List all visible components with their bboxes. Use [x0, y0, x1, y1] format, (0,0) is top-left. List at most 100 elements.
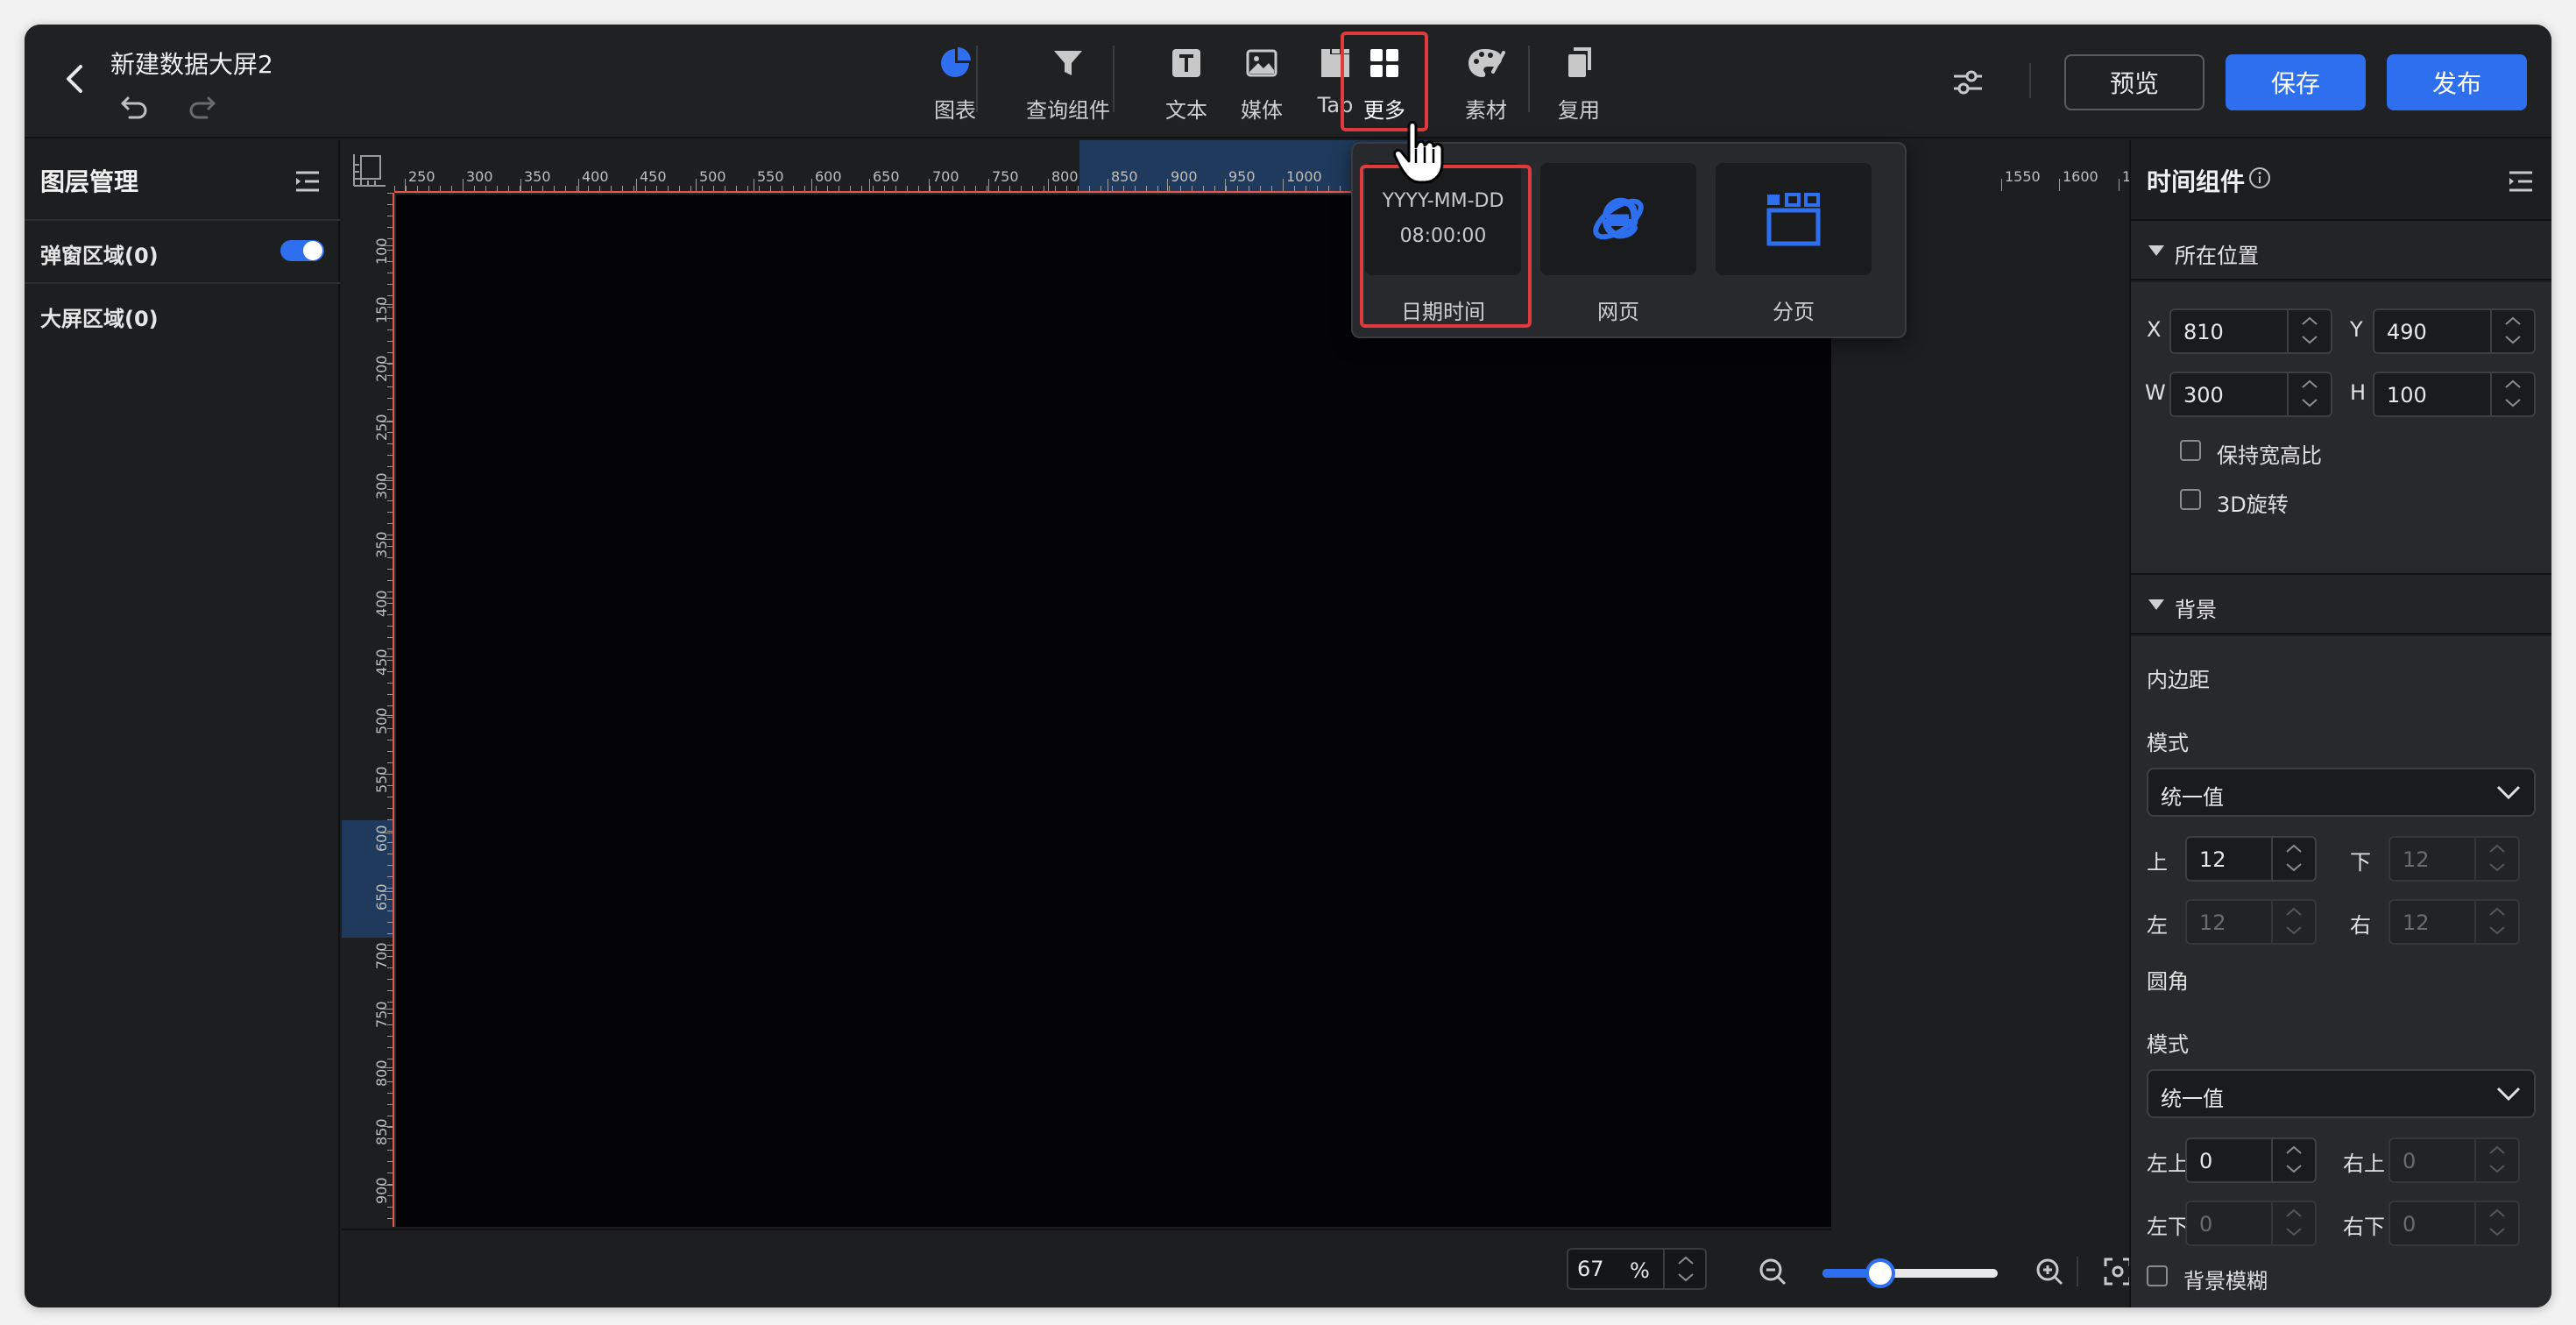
vertical-ruler[interactable]: 100 150 200 250 300 350 400 450 500 550 600 650 700 7… — [342, 193, 394, 1227]
padding-right-input — [2403, 910, 2473, 936]
zoom-slider[interactable] — [1822, 1258, 1998, 1288]
w-stepper[interactable] — [2287, 373, 2331, 415]
toolbar-divider — [976, 46, 978, 112]
toolbar-reuse[interactable]: 复用 — [1535, 40, 1623, 128]
chevron-up-icon — [2489, 907, 2505, 916]
ruler-v-minor-tick — [387, 329, 393, 330]
rotate-3d-checkbox[interactable] — [2180, 489, 2201, 510]
ruler-v-tick — [380, 245, 393, 246]
chevron-down-icon[interactable] — [2285, 862, 2303, 873]
chevron-up-icon[interactable] — [2301, 379, 2318, 389]
ruler-v-minor-tick — [387, 341, 393, 342]
fit-screen-icon[interactable] — [2103, 1257, 2133, 1286]
redo-icon[interactable] — [184, 88, 219, 123]
ruler-h-minor-tick — [1317, 186, 1318, 191]
preview-button[interactable]: 预览 — [2064, 54, 2204, 110]
h-stepper[interactable] — [2490, 373, 2534, 415]
section-background-header[interactable]: 背景 — [2131, 573, 2551, 634]
radius-mode-select[interactable]: 统一值 — [2147, 1069, 2536, 1118]
toolbar-assets[interactable]: 素材 — [1442, 40, 1530, 128]
padding-top-stepper[interactable] — [2271, 838, 2315, 880]
toolbar-more[interactable]: 更多 — [1341, 40, 1428, 128]
zoom-out-icon[interactable] — [1758, 1257, 1787, 1286]
divider — [25, 282, 340, 284]
h-input[interactable] — [2387, 382, 2457, 408]
canvas-stage[interactable] — [396, 195, 1831, 1227]
y-stepper[interactable] — [2490, 310, 2534, 352]
dropdown-item-webpage[interactable]: 网页 — [1540, 163, 1696, 324]
copy-icon — [1568, 47, 1591, 77]
ruler-v-minor-tick — [387, 842, 393, 843]
x-stepper[interactable] — [2287, 310, 2331, 352]
info-icon[interactable] — [2248, 167, 2271, 189]
ruler-h-minor-tick — [1112, 186, 1113, 191]
toolbar-text[interactable]: 文本 — [1143, 40, 1230, 128]
divider — [2077, 1257, 2078, 1286]
ruler-h-minor-tick — [713, 186, 714, 191]
ruler-h-minor-tick — [474, 186, 475, 191]
ruler-v-minor-tick — [387, 683, 393, 684]
ruler-h-minor-tick — [440, 186, 441, 191]
ruler-h-minor-tick — [565, 186, 566, 191]
dropdown-item-pagination[interactable]: 分页 — [1716, 163, 1872, 324]
ruler-v-minor-tick — [387, 865, 393, 866]
x-input[interactable] — [2183, 319, 2254, 345]
ruler-h-minor-tick — [884, 186, 885, 191]
chevron-up-icon[interactable] — [2504, 379, 2522, 389]
publish-button[interactable]: 发布 — [2387, 54, 2527, 110]
toolbar-query[interactable]: 查询组件 — [1011, 40, 1125, 128]
more-components-dropdown: YYYY-MM-DD 08:00:00 日期时间 网页 分页 — [1351, 142, 1907, 338]
radius-tl-input[interactable] — [2199, 1148, 2269, 1174]
chevron-up-icon[interactable] — [2504, 315, 2522, 326]
keep-ratio-checkbox[interactable] — [2180, 440, 2201, 461]
menu-fold-icon[interactable] — [293, 167, 322, 196]
zoom-slider-thumb[interactable] — [1865, 1258, 1895, 1288]
chevron-up-icon[interactable] — [2285, 1144, 2303, 1155]
chevron-up-icon[interactable] — [2285, 843, 2303, 854]
save-button[interactable]: 保存 — [2226, 54, 2366, 110]
chevron-up-icon[interactable] — [2301, 315, 2318, 326]
section-position-header[interactable]: 所在位置 — [2131, 219, 2551, 280]
w-input[interactable] — [2183, 382, 2254, 408]
zoom-in-icon[interactable] — [2035, 1257, 2064, 1286]
datetime-format-line2: 08:00:00 — [1399, 225, 1487, 247]
padding-mode-select[interactable]: 统一值 — [2147, 768, 2536, 817]
ruler-h-minor-tick — [1157, 186, 1158, 191]
chevron-down-icon[interactable] — [2504, 335, 2522, 345]
top-header: 新建数据大屏2 图表 查询组件 文本 媒体 Tab 更多 素材 复用 预览 保存… — [25, 25, 2551, 138]
menu-fold-icon[interactable] — [2506, 167, 2536, 196]
ruler-h-minor-tick — [1009, 186, 1010, 191]
y-input[interactable] — [2387, 319, 2457, 345]
ruler-v-minor-tick — [387, 512, 393, 513]
ruler-v-minor-tick — [387, 1070, 393, 1071]
chevron-down-icon[interactable] — [2301, 335, 2318, 345]
background-blur-checkbox[interactable] — [2147, 1265, 2168, 1286]
ruler-h-minor-tick — [451, 186, 452, 191]
chevron-up-icon[interactable] — [1677, 1255, 1695, 1265]
chevron-down-icon[interactable] — [2285, 1164, 2303, 1174]
undo-icon[interactable] — [117, 88, 152, 123]
toolbar-chart[interactable]: 图表 — [911, 40, 999, 128]
popup-area-layer[interactable]: 弹窗区域(0) — [40, 238, 159, 269]
zoom-input[interactable] — [1577, 1255, 1630, 1283]
padding-top-input[interactable] — [2199, 847, 2269, 873]
ruler-v-minor-tick — [387, 295, 393, 296]
ruler-v-minor-tick — [387, 933, 393, 934]
chevron-up-icon — [2286, 1208, 2302, 1217]
chevron-down-icon[interactable] — [1677, 1272, 1695, 1283]
ruler-v-minor-tick — [387, 1024, 393, 1025]
adjust-sliders-icon[interactable] — [1950, 65, 1985, 100]
ruler-v-minor-tick — [387, 1184, 393, 1185]
ruler-v-minor-tick — [387, 1218, 393, 1219]
radius-tl-stepper[interactable] — [2271, 1139, 2315, 1181]
back-arrow-icon[interactable] — [56, 60, 95, 98]
chevron-down-icon[interactable] — [2504, 398, 2522, 408]
zoom-stepper[interactable] — [1663, 1250, 1707, 1288]
ruler-h-minor-tick — [873, 186, 874, 191]
dropdown-item-datetime[interactable]: YYYY-MM-DD 08:00:00 日期时间 — [1365, 163, 1521, 324]
popup-area-toggle[interactable] — [280, 240, 324, 261]
ruler-v-minor-tick — [387, 1104, 393, 1105]
chevron-down-icon[interactable] — [2301, 398, 2318, 408]
screen-area-layer[interactable]: 大屏区域(0) — [40, 301, 159, 332]
ruler-h-minor-tick — [1203, 186, 1204, 191]
